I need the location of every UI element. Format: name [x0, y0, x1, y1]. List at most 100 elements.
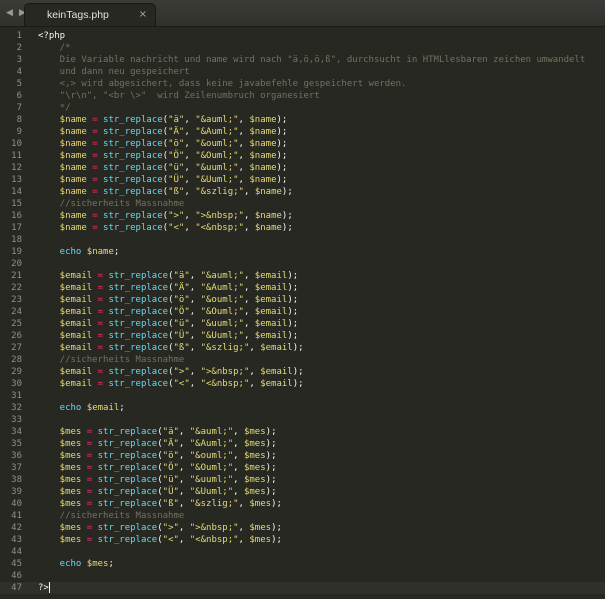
code-line[interactable]: 26 $email = str_replace("Ü", "&Uuml;", $… [0, 330, 605, 342]
code-line[interactable]: 34 $mes = str_replace("ä", "&auml;", $me… [0, 426, 605, 438]
code-line[interactable]: 29 $email = str_replace(">", ">&nbsp;", … [0, 366, 605, 378]
code-token: echo [38, 247, 87, 257]
code-line[interactable]: 24 $email = str_replace("Ö", "&Ouml;", $… [0, 306, 605, 318]
code-line[interactable]: 8 $name = str_replace("ä", "&auml;", $na… [0, 114, 605, 126]
code-text: $name = str_replace(">", ">&nbsp;", $nam… [38, 210, 293, 222]
code-line[interactable]: 23 $email = str_replace("ö", "&ouml;", $… [0, 294, 605, 306]
code-token: ">&nbsp;" [195, 211, 244, 221]
code-token: , [189, 331, 201, 341]
tab-title: keinTags.php [47, 9, 109, 21]
code-line[interactable]: 16 $name = str_replace(">", ">&nbsp;", $… [0, 210, 605, 222]
code-token: $email [260, 343, 293, 353]
code-line[interactable]: 6 "\r\n", "<br \>" wird Zeilenumbruch or… [0, 90, 605, 102]
code-line[interactable]: 40 $mes = str_replace("ß", "&szlig;", $m… [0, 498, 605, 510]
code-token: ); [281, 223, 293, 233]
code-line[interactable]: 2 /* [0, 42, 605, 54]
code-line[interactable]: 36 $mes = str_replace("ö", "&ouml;", $me… [0, 450, 605, 462]
code-line[interactable]: 18 [0, 234, 605, 246]
line-number: 19 [11, 247, 22, 257]
code-line[interactable]: 17 $name = str_replace("<", "<&nbsp;", $… [0, 222, 605, 234]
code-token: , [233, 439, 244, 449]
code-line[interactable]: 41 //sicherheits Massnahme [0, 510, 605, 522]
code-token: "ü" [168, 163, 185, 173]
code-line[interactable]: 12 $name = str_replace("ü", "&uuml;", $n… [0, 162, 605, 174]
code-line[interactable]: 44 [0, 546, 605, 558]
code-line[interactable]: 22 $email = str_replace("Ä", "&Auml;", $… [0, 282, 605, 294]
line-number: 32 [11, 403, 22, 413]
code-token: $name [249, 151, 277, 161]
code-line[interactable]: 10 $name = str_replace("ö", "&ouml;", $n… [0, 138, 605, 150]
code-token: , [238, 151, 250, 161]
code-token: , [233, 427, 244, 437]
code-token: "<&nbsp;" [189, 535, 239, 545]
code-line[interactable]: 19 echo $name; [0, 246, 605, 258]
code-line[interactable]: 31 [0, 390, 605, 402]
tab-keintags-php[interactable]: keinTags.php × [24, 3, 156, 26]
code-token: $name [249, 115, 277, 125]
line-number: 28 [11, 355, 22, 365]
code-token: "ä" [168, 115, 185, 125]
code-line[interactable]: 9 $name = str_replace("Ä", "&Auml;", $na… [0, 126, 605, 138]
code-line[interactable]: 32 echo $email; [0, 402, 605, 414]
code-editor[interactable]: 1 <?php 2 /* 3 Die Variable nachricht und n… [0, 27, 605, 599]
code-line[interactable]: 38 $mes = str_replace("ü", "&uuml;", $me… [0, 474, 605, 486]
code-line[interactable]: 39 $mes = str_replace("Ü", "&Uuml;", $me… [0, 486, 605, 498]
code-token: ); [287, 307, 299, 317]
code-line[interactable]: 46 [0, 570, 605, 582]
code-line[interactable]: 42 $mes = str_replace(">", ">&nbsp;", $m… [0, 522, 605, 534]
code-token: ">&nbsp;" [200, 367, 250, 377]
code-line[interactable]: 4 und dann neu gespeichert [0, 66, 605, 78]
code-token: echo [38, 403, 87, 413]
code-token: "Ö" [162, 463, 179, 473]
code-token: $mes [243, 427, 266, 437]
code-token: str_replace [103, 139, 163, 149]
code-token: "Ä" [162, 439, 179, 449]
nav-back-icon[interactable]: ◀ [6, 0, 13, 26]
code-line[interactable]: 20 [0, 258, 605, 270]
code-line[interactable]: 28 //sicherheits Massnahme [0, 354, 605, 366]
code-line[interactable]: 21 $email = str_replace("ä", "&auml;", $… [0, 270, 605, 282]
code-token: = [81, 499, 98, 509]
line-number: 40 [11, 499, 22, 509]
code-line[interactable]: 45 echo $mes; [0, 558, 605, 570]
code-token: $mes [38, 475, 82, 485]
code-token: "<&nbsp;" [195, 223, 244, 233]
code-line[interactable]: 11 $name = str_replace("Ö", "&Ouml;", $n… [0, 150, 605, 162]
code-token: $email [38, 319, 93, 329]
code-text: $mes = str_replace("ä", "&auml;", $mes); [38, 426, 277, 438]
code-token: "&Uuml;" [195, 175, 239, 185]
code-token: ; [113, 247, 120, 257]
code-line[interactable]: 15 //sicherheits Massnahme [0, 198, 605, 210]
code-token: $name [249, 139, 277, 149]
code-token: ); [287, 295, 299, 305]
code-token: , [184, 115, 196, 125]
close-icon[interactable]: × [139, 4, 147, 26]
line-number: 14 [11, 187, 22, 197]
code-line[interactable]: 33 [0, 414, 605, 426]
code-line[interactable]: 14 $name = str_replace("ß", "&szlig;", $… [0, 186, 605, 198]
code-line[interactable]: 43 $mes = str_replace("<", "<&nbsp;", $m… [0, 534, 605, 546]
code-token: $mes [243, 463, 266, 473]
line-number: 13 [11, 175, 22, 185]
code-token: = [81, 439, 98, 449]
code-line[interactable]: 27 $email = str_replace("ß", "&szlig;", … [0, 342, 605, 354]
code-token: = [81, 463, 98, 473]
code-line[interactable]: 1 <?php [0, 30, 605, 42]
code-token: "Ü" [168, 175, 185, 185]
code-line[interactable]: 7 */ [0, 102, 605, 114]
code-token: ); [265, 463, 277, 473]
code-token: "ä" [162, 427, 179, 437]
code-line[interactable]: 37 $mes = str_replace("Ö", "&Ouml;", $me… [0, 462, 605, 474]
code-line[interactable]: 35 $mes = str_replace("Ä", "&Auml;", $me… [0, 438, 605, 450]
code-line[interactable]: 3 Die Variable nachricht und name wird n… [0, 54, 605, 66]
line-number: 10 [11, 139, 22, 149]
code-line[interactable]: 5 <,> wird abgesichert, dass keine javab… [0, 78, 605, 90]
code-token: "Ä" [173, 283, 190, 293]
code-line[interactable]: 13 $name = str_replace("Ü", "&Uuml;", $n… [0, 174, 605, 186]
code-token: $name [38, 151, 87, 161]
code-line[interactable]: 25 $email = str_replace("ü", "&uuml;", $… [0, 318, 605, 330]
code-line[interactable]: 47 ?> [0, 582, 605, 594]
code-line[interactable]: 30 $email = str_replace("<", "<&nbsp;", … [0, 378, 605, 390]
code-text: $mes = str_replace("Ü", "&Uuml;", $mes); [38, 486, 277, 498]
code-token: $mes [249, 523, 272, 533]
